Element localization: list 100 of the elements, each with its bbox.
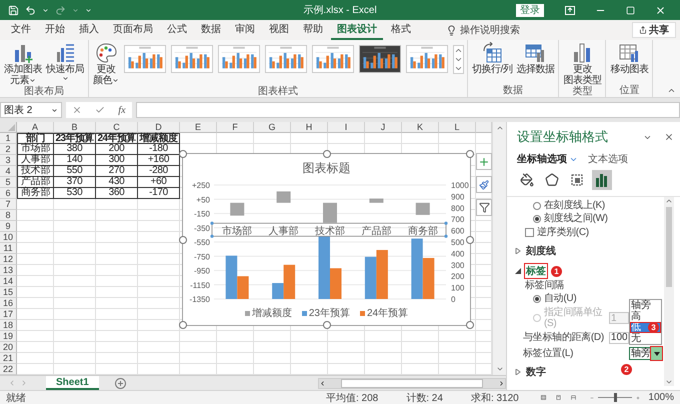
row-header[interactable]: 18 <box>0 320 17 331</box>
checkbox[interactable] <box>525 228 534 237</box>
chart-style-thumbnail[interactable] <box>312 45 354 73</box>
ribbon-tab[interactable]: 视图 <box>263 20 295 40</box>
row-header[interactable]: 17 <box>0 309 17 320</box>
row-header[interactable]: 14 <box>0 276 17 287</box>
pane-tab[interactable]: 文本选项 <box>588 152 628 166</box>
row-header[interactable]: 5 <box>0 177 17 188</box>
selection-handle[interactable] <box>444 222 448 225</box>
page-break-icon[interactable] <box>570 393 576 402</box>
ribbon-tab[interactable]: 文件 <box>5 20 37 40</box>
sign-in-button[interactable]: 登录 <box>516 4 544 16</box>
column-header[interactable]: D <box>138 122 180 133</box>
column-header[interactable]: H <box>291 122 328 133</box>
caret-icon[interactable] <box>72 6 79 14</box>
ribbon-tab[interactable]: 数据 <box>195 20 227 40</box>
normal-view-icon[interactable] <box>540 393 546 402</box>
row-header[interactable]: 1 <box>0 133 17 144</box>
scroll-down-icon[interactable] <box>496 365 504 373</box>
section-header[interactable]: 标签 <box>524 263 548 279</box>
chart-style-thumbnail[interactable] <box>406 45 448 73</box>
lightbulb-icon[interactable] <box>446 24 457 36</box>
column-header[interactable]: I <box>328 122 365 133</box>
row-header[interactable]: 20 <box>0 342 17 353</box>
resize-handle[interactable] <box>466 321 474 329</box>
chart-style-thumbnail[interactable] <box>124 45 166 73</box>
column-header[interactable]: G <box>254 122 291 133</box>
redo-icon[interactable] <box>55 4 66 16</box>
page-layout-icon[interactable] <box>556 393 561 402</box>
pane-tab[interactable]: 坐标轴选项 <box>517 152 578 166</box>
ribbon-button[interactable]: 更改 颜色 <box>92 42 120 86</box>
column-header[interactable]: B <box>54 122 96 133</box>
radio-button[interactable] <box>533 294 541 302</box>
row-header[interactable]: 19 <box>0 331 17 342</box>
ribbon-button[interactable]: 更改 图表类型 <box>562 42 602 86</box>
zoom-in-icon[interactable] <box>636 394 640 402</box>
cancel-icon[interactable] <box>72 105 82 115</box>
section-header[interactable]: 刻度线 <box>524 243 558 259</box>
row-header[interactable]: 6 <box>0 188 17 199</box>
row-header[interactable]: 21 <box>0 353 17 364</box>
formula-input[interactable] <box>136 102 680 118</box>
selection-handle[interactable] <box>444 234 448 238</box>
section-header[interactable]: 数字 <box>524 364 548 380</box>
row-header[interactable]: 15 <box>0 287 17 298</box>
column-header[interactable]: K <box>402 122 439 133</box>
ribbon-tab[interactable]: 审阅 <box>229 20 261 40</box>
chart-style-thumbnail[interactable] <box>359 45 401 73</box>
column-header[interactable]: J <box>365 122 402 133</box>
chart-style-thumbnail[interactable] <box>265 45 307 73</box>
resize-handle[interactable] <box>179 236 187 244</box>
save-icon[interactable] <box>8 4 19 16</box>
ribbon-button[interactable]: 移动图表 <box>609 42 650 75</box>
resize-handle[interactable] <box>322 150 330 158</box>
chart-filters-button[interactable] <box>476 199 492 216</box>
row-header[interactable]: 11 <box>0 243 17 254</box>
row-header[interactable]: 4 <box>0 166 17 177</box>
pane-icon-tab[interactable] <box>592 170 612 190</box>
vertical-scrollbar[interactable] <box>664 197 674 386</box>
close-icon[interactable] <box>664 132 674 142</box>
row-header[interactable]: 12 <box>0 254 17 265</box>
radio-button[interactable] <box>533 202 541 210</box>
customize-toolbar-icon[interactable] <box>85 6 92 14</box>
add-sheet-icon[interactable] <box>114 378 126 388</box>
enter-icon[interactable] <box>95 105 106 115</box>
resize-handle[interactable] <box>322 321 330 329</box>
more-styles-icon[interactable] <box>454 64 463 73</box>
dropdown-option[interactable]: 低 3 <box>630 322 661 333</box>
insert-function-button[interactable]: fx <box>118 104 126 116</box>
distance-field[interactable]: 100 <box>608 332 629 344</box>
radio-button[interactable] <box>533 214 541 222</box>
share-button[interactable]: 共享 <box>632 22 676 38</box>
row-header[interactable]: 9 <box>0 221 17 232</box>
dropdown-button[interactable] <box>651 347 662 360</box>
scroll-up-icon[interactable] <box>454 46 463 55</box>
ribbon-tab[interactable]: 公式 <box>161 20 193 40</box>
scroll-down-icon[interactable] <box>454 55 463 64</box>
label-position-select[interactable]: 轴旁 <box>629 347 651 360</box>
resize-handle[interactable] <box>179 321 187 329</box>
ribbon-button[interactable]: 切换行/列 <box>471 42 514 75</box>
chart-style-thumbnail[interactable] <box>171 45 213 73</box>
row-header[interactable]: 13 <box>0 265 17 276</box>
row-header[interactable]: 22 <box>0 364 17 375</box>
column-header[interactable]: A <box>17 122 54 133</box>
ribbon-tab[interactable]: 页面布局 <box>107 20 159 40</box>
scroll-up-icon[interactable] <box>496 124 504 132</box>
undo-icon[interactable] <box>25 4 36 16</box>
ribbon-tab[interactable]: 插入 <box>73 20 105 40</box>
zoom-slider-thumb[interactable] <box>614 393 618 402</box>
ribbon-button[interactable]: 快速布局 <box>45 42 85 82</box>
row-header[interactable]: 10 <box>0 232 17 243</box>
column-header[interactable]: F <box>217 122 254 133</box>
resize-handle[interactable] <box>466 150 474 158</box>
row-header[interactable]: 16 <box>0 298 17 309</box>
search-field[interactable]: 操作说明搜索 <box>460 23 520 37</box>
chart-area[interactable]: 图表标题 +250 +50 -150 -350 -550 -750 -950 -1150 -1350 0 100 200 300 400 500 600 700 800 900 1000 市场部 人事部 技术部 产品部 商务部 增减额度 23年预算 24年预算 <box>182 153 471 326</box>
ribbon-tab[interactable]: 开始 <box>39 20 71 40</box>
name-box[interactable]: 图表 2 <box>0 102 62 118</box>
row-header[interactable]: 8 <box>0 210 17 221</box>
ribbon-button[interactable]: 选择数据 <box>515 42 556 75</box>
resize-handle[interactable] <box>466 236 474 244</box>
